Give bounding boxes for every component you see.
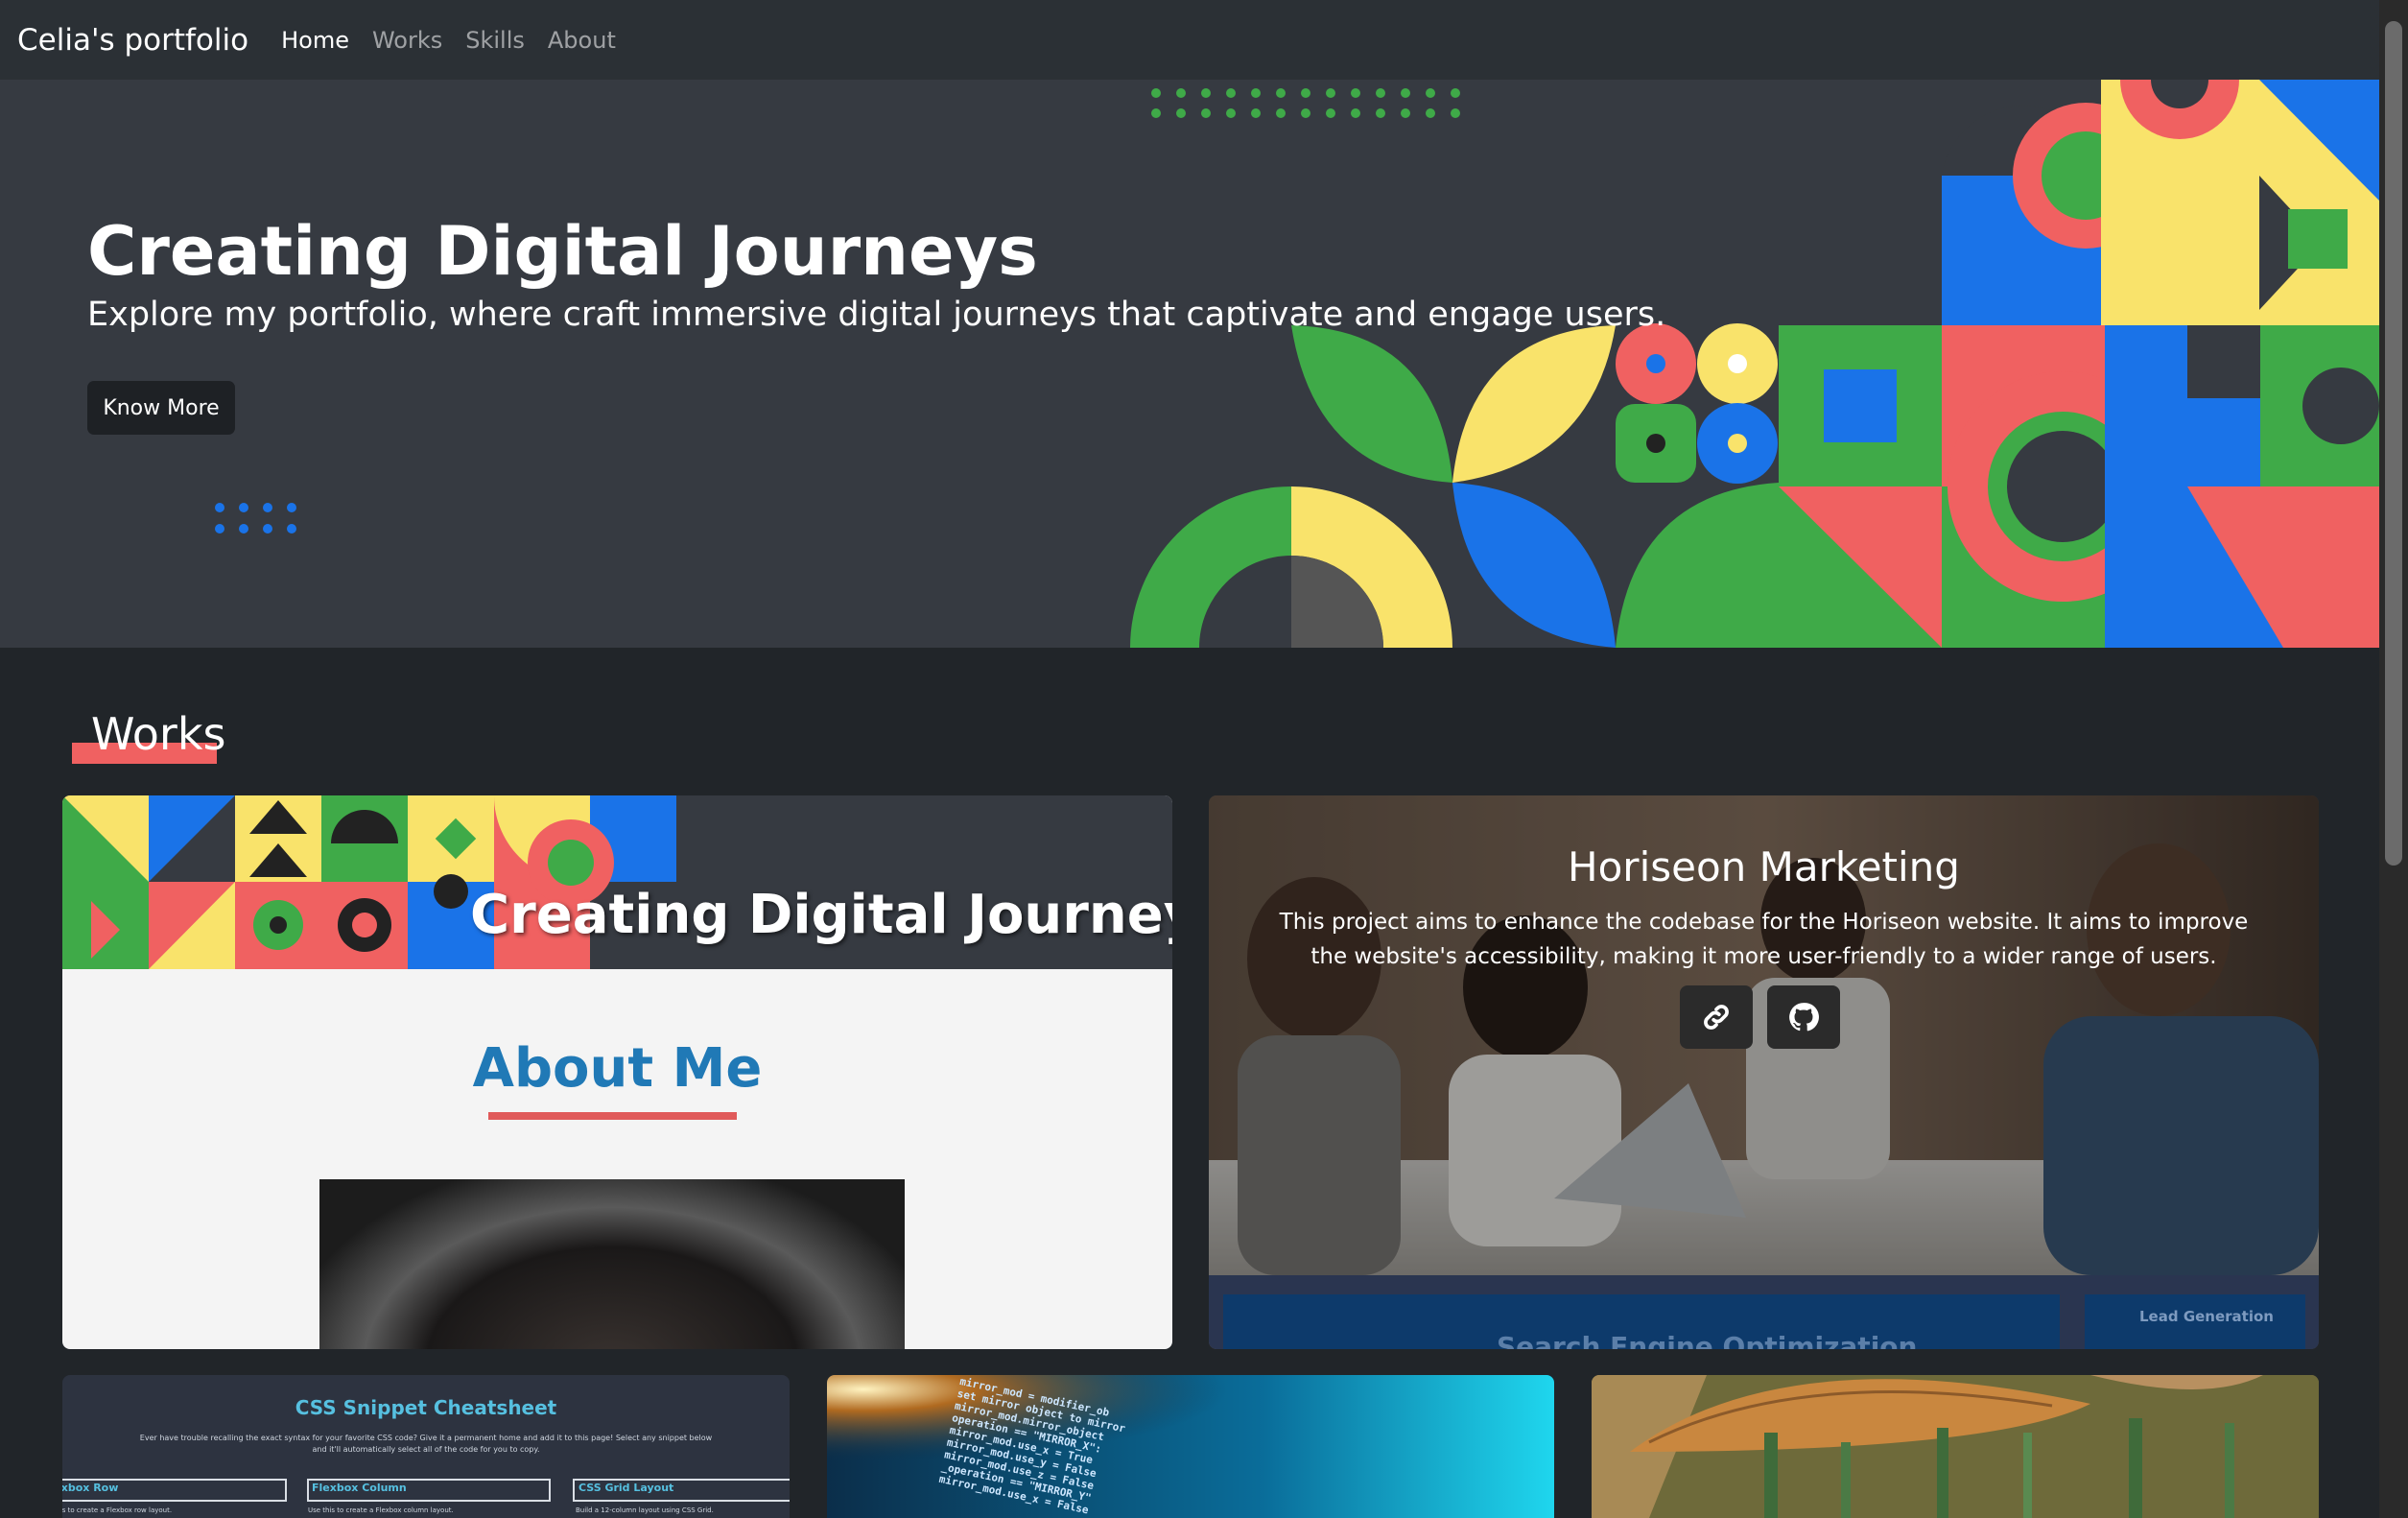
- cheatsheet-preview-title: CSS Snippet Cheatsheet: [295, 1396, 557, 1419]
- cheatsheet-item-label: CSS Grid Layout: [578, 1482, 674, 1494]
- page-scrollbar[interactable]: [2379, 0, 2408, 1518]
- cheatsheet-item-note: Use these three properties to create a F…: [62, 1506, 173, 1514]
- cheatsheet-item-note: Build a 12-column layout using CSS Grid.: [576, 1506, 714, 1514]
- cheatsheet-item-label: Flexbox Column: [312, 1482, 407, 1494]
- portfolio-preview-about-heading: About Me: [472, 1037, 763, 1100]
- work-card-mushroom-art[interactable]: [1592, 1375, 2319, 1518]
- github-icon: [1789, 1003, 1819, 1032]
- cheatsheet-item-note: Use this to create a Flexbox column layo…: [308, 1506, 454, 1514]
- horiseon-preview-seo-text: Search Engine Optimization: [1497, 1331, 1918, 1349]
- portfolio-preview-title: Creating Digital Journeys: [470, 884, 1172, 946]
- mushroom-illustration: [1592, 1375, 2319, 1518]
- nav-link-about[interactable]: About: [548, 27, 616, 54]
- scrollbar-thumb[interactable]: [2385, 21, 2402, 866]
- hero-subtitle: Explore my portfolio, where craft immers…: [87, 296, 1666, 334]
- nav-link-skills[interactable]: Skills: [465, 27, 525, 54]
- works-heading: Works: [72, 708, 226, 764]
- nav-link-home[interactable]: Home: [281, 27, 349, 54]
- link-icon: [1704, 1005, 1729, 1030]
- portfolio-preview-photo: [319, 1179, 905, 1349]
- hero-section: Creating Digital Journeys Explore my por…: [0, 80, 2379, 648]
- works-heading-text: Works: [91, 708, 226, 760]
- work-card-css-cheatsheet[interactable]: CSS Snippet Cheatsheet Ever have trouble…: [62, 1375, 790, 1518]
- hero-geometric-illustration: [215, 80, 2379, 648]
- hero-title: Creating Digital Journeys: [87, 212, 1038, 291]
- cheatsheet-item-label: Flexbox Row: [62, 1482, 119, 1494]
- navbar: Celia's portfolio Home Works Skills Abou…: [0, 0, 2379, 80]
- work-card-code[interactable]: mirror_mod = modifier_ob set mirror obje…: [827, 1375, 1554, 1518]
- work-card-portfolio[interactable]: Creating Digital Journeys About Me: [62, 795, 1172, 1349]
- know-more-button[interactable]: Know More: [87, 381, 235, 435]
- brand-logo-text[interactable]: Celia's portfolio: [17, 23, 248, 58]
- github-repo-button[interactable]: [1767, 985, 1840, 1049]
- cheatsheet-preview-desc: Ever have trouble recalling the exact sy…: [139, 1434, 713, 1454]
- horiseon-description: This project aims to enhance the codebas…: [1279, 910, 2249, 969]
- project-link-button[interactable]: [1680, 985, 1753, 1049]
- horiseon-preview-lead-text: Lead Generation: [2139, 1308, 2274, 1325]
- horiseon-title: Horiseon Marketing: [1568, 843, 1960, 890]
- work-card-horiseon[interactable]: Horiseon Marketing This project aims to …: [1209, 795, 2319, 1349]
- portfolio-preview-underline: [488, 1112, 737, 1120]
- nav-link-works[interactable]: Works: [372, 27, 442, 54]
- portfolio-preview-banner: Creating Digital Journeys: [62, 795, 1172, 969]
